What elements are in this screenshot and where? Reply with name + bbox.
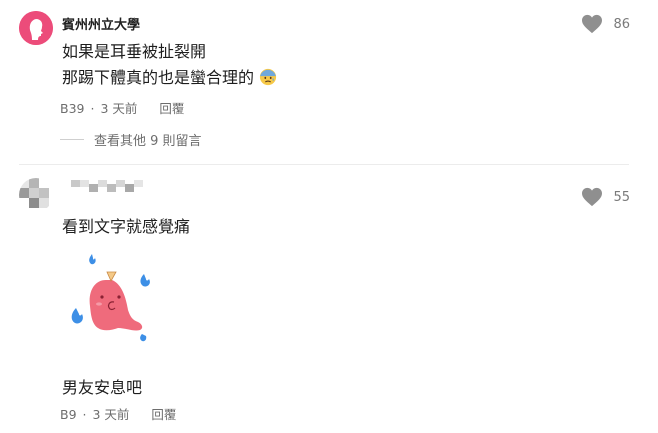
like-button[interactable]: 55 [581,187,630,207]
reply-button[interactable]: 回覆 [151,407,176,422]
pink-ghost-sticker [71,254,150,342]
heart-icon [582,187,603,207]
timestamp: 3 天前 [92,407,130,422]
meta-separator: · [82,407,87,422]
comment-meta: B9 · 3 天前 回覆 [60,404,178,423]
floor-number: B9 [60,407,77,422]
comment-b9: 看到文字就感覺痛 男友安息吧 B9 · 3 天前 回覆 55 [0,0,658,433]
like-count: 55 [613,189,630,205]
author-name-blurred[interactable] [71,180,143,194]
comment-text-line-1: 看到文字就感覺痛 [62,217,191,236]
comment-text-after-sticker: 男友安息吧 [62,378,143,397]
avatar[interactable] [19,178,53,212]
